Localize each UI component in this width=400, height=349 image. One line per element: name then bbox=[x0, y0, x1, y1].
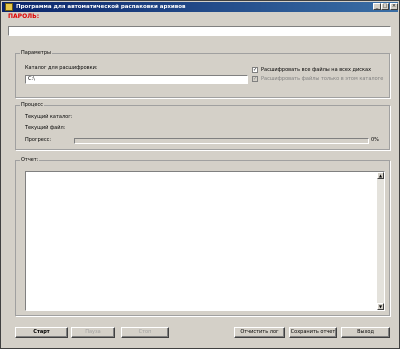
pause-button[interactable]: Пауза bbox=[71, 327, 115, 338]
scroll-down-icon[interactable]: ▼ bbox=[377, 303, 384, 310]
current-file-label: Текущий файл: bbox=[25, 125, 66, 131]
scroll-up-icon[interactable]: ▲ bbox=[377, 172, 384, 179]
window-title: Программа для автоматической распаковки … bbox=[16, 4, 186, 10]
report-group: Отчет: ▲ ▼ bbox=[15, 157, 390, 316]
title-bar[interactable]: Программа для автоматической распаковки … bbox=[2, 2, 398, 12]
process-group: Процесс Текущий каталог: Текущий файл: П… bbox=[15, 102, 390, 150]
process-group-title: Процесс bbox=[20, 102, 44, 108]
main-window: Программа для автоматической распаковки … bbox=[0, 0, 400, 349]
this-folder-checkbox[interactable]: ✓ bbox=[252, 76, 258, 82]
params-group: Параметры Каталог для расшифровки: C:\ ✓… bbox=[15, 50, 390, 98]
clear-log-button[interactable]: Отчистить лог bbox=[234, 327, 285, 338]
log-scrollbar[interactable]: ▲ ▼ bbox=[377, 172, 384, 310]
save-report-button[interactable]: Сохранить отчет bbox=[289, 327, 337, 338]
minimize-button[interactable]: _ bbox=[373, 3, 381, 10]
app-icon bbox=[5, 3, 13, 11]
report-group-title: Отчет: bbox=[20, 157, 40, 163]
all-drives-label: Расшифровать все файлы на всех дисках bbox=[261, 67, 372, 73]
stop-button[interactable]: Стоп bbox=[121, 327, 169, 338]
start-button[interactable]: Старт bbox=[15, 327, 68, 338]
progress-bar bbox=[74, 138, 369, 144]
folder-label: Каталог для расшифровки: bbox=[25, 65, 98, 71]
all-drives-checkbox[interactable]: ✓ bbox=[252, 67, 258, 73]
password-label: ПАРОЛЬ: bbox=[8, 13, 40, 20]
close-button[interactable]: × bbox=[390, 3, 398, 10]
progress-percent: 0% bbox=[371, 137, 379, 143]
password-input[interactable] bbox=[8, 26, 391, 36]
params-group-title: Параметры bbox=[20, 50, 52, 56]
this-folder-label: Расшифровать файлы только в этом каталог… bbox=[261, 76, 384, 82]
progress-label: Прогресс: bbox=[25, 137, 52, 143]
report-log[interactable]: ▲ ▼ bbox=[25, 171, 385, 311]
folder-input[interactable]: C:\ bbox=[25, 75, 248, 84]
maximize-button[interactable]: □ bbox=[381, 3, 389, 10]
exit-button[interactable]: Выход bbox=[341, 327, 390, 338]
current-folder-label: Текущий каталог: bbox=[25, 114, 73, 120]
